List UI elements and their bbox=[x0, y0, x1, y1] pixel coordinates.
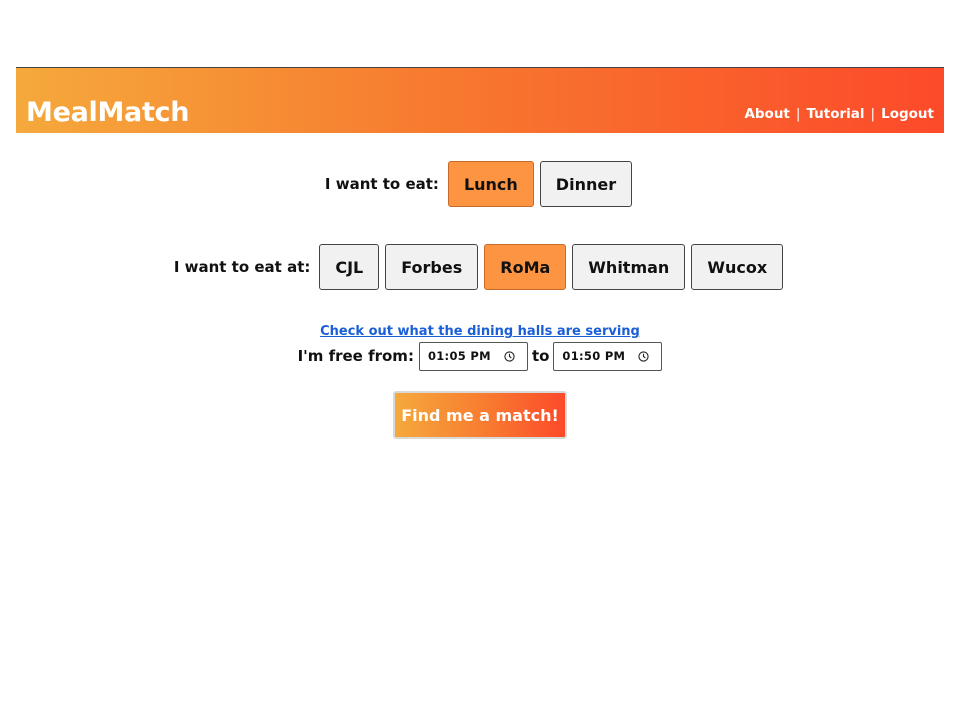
hall-option-forbes[interactable]: Forbes bbox=[385, 244, 479, 290]
meal-selector: I want to eat: Lunch Dinner bbox=[0, 161, 960, 207]
hall-label: I want to eat at: bbox=[173, 258, 311, 276]
hall-option-whitman[interactable]: Whitman bbox=[572, 244, 686, 290]
meal-option-lunch[interactable]: Lunch bbox=[447, 161, 534, 207]
navbar: MealMatch About | Tutorial | Logout bbox=[16, 67, 944, 133]
time-range: I'm free from: 01:05 PM to 01:50 PM bbox=[0, 341, 960, 371]
time-to-input[interactable]: 01:50 PM bbox=[553, 341, 663, 371]
nav-link-logout[interactable]: Logout bbox=[881, 106, 934, 122]
hall-option-wucox[interactable]: Wucox bbox=[691, 244, 784, 290]
menu-link-row: Check out what the dining halls are serv… bbox=[0, 320, 960, 339]
nav-link-tutorial[interactable]: Tutorial bbox=[806, 106, 864, 122]
time-to-label: to bbox=[531, 347, 550, 365]
hall-option-cjl[interactable]: CJL bbox=[319, 244, 380, 290]
nav-separator: | bbox=[870, 106, 876, 122]
meal-option-dinner[interactable]: Dinner bbox=[539, 161, 633, 207]
time-to-value: 01:50 PM bbox=[562, 349, 626, 363]
hall-option-roma[interactable]: RoMa bbox=[484, 244, 567, 290]
time-from-value: 01:05 PM bbox=[427, 349, 491, 363]
nav-links: About | Tutorial | Logout bbox=[744, 104, 934, 124]
clock-icon[interactable] bbox=[638, 350, 650, 362]
meal-label: I want to eat: bbox=[324, 175, 439, 193]
dining-menu-link[interactable]: Check out what the dining halls are serv… bbox=[320, 324, 640, 339]
find-match-button[interactable]: Find me a match! bbox=[393, 391, 567, 439]
nav-link-about[interactable]: About bbox=[744, 106, 789, 122]
time-label: I'm free from: bbox=[297, 347, 414, 365]
nav-separator: | bbox=[795, 106, 801, 122]
dining-hall-selector: I want to eat at: CJL Forbes RoMa Whitma… bbox=[0, 244, 960, 290]
time-from-input[interactable]: 01:05 PM bbox=[418, 341, 528, 371]
clock-icon[interactable] bbox=[504, 350, 515, 362]
brand-logo[interactable]: MealMatch bbox=[26, 96, 189, 130]
